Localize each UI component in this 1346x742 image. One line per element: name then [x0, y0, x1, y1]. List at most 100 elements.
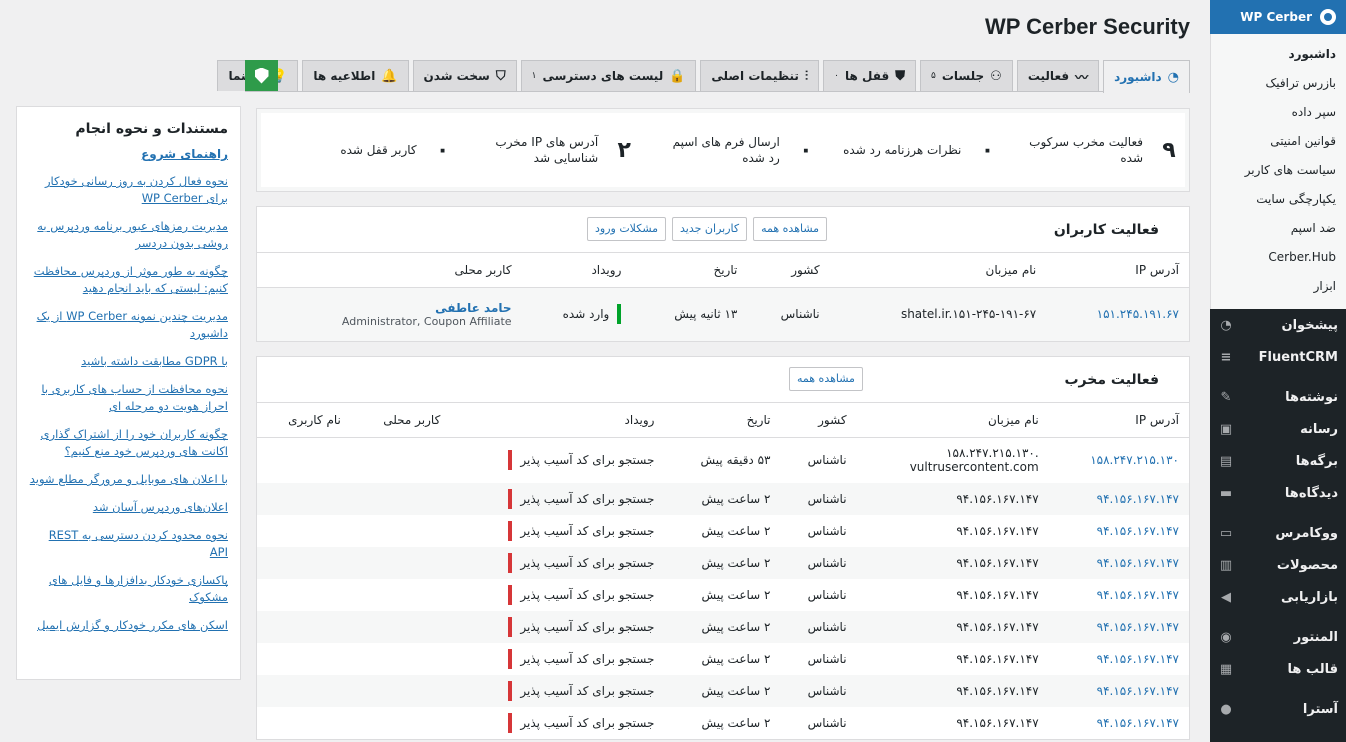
- local-user-cell: [350, 611, 451, 643]
- menu-item[interactable]: برگه‌ها ▤: [1210, 445, 1346, 477]
- panel-button[interactable]: مشکلات ورود: [587, 217, 667, 241]
- tab-3[interactable]: ⛊ قفل ها ۰: [823, 60, 916, 91]
- stat-label: ارسال فرم های اسپم رد شده: [672, 135, 780, 165]
- hostname: ۹۴.۱۵۶.۱۶۷.۱۴۷: [956, 492, 1039, 506]
- doc-link[interactable]: اعلان‌های وردپرس آسان شد: [29, 499, 228, 516]
- ip-link[interactable]: ۹۴.۱۵۶.۱۶۷.۱۴۷: [1049, 515, 1189, 547]
- event-cell: جستجو برای کد آسیب پذیر: [450, 547, 665, 579]
- submenu-item[interactable]: بازرس ترافیک: [1211, 69, 1346, 98]
- doc-link[interactable]: مدیریت رمزهای عبور برنامه وردپرس به روشی…: [29, 218, 228, 252]
- date-cell: ۲ ساعت پیش: [701, 652, 771, 666]
- event: جستجو برای کد آسیب پذیر: [460, 489, 654, 509]
- menu-item[interactable]: نوشته‌ها ✎: [1210, 381, 1346, 413]
- date-cell: ۲ ساعت پیش: [664, 483, 781, 515]
- local-user-cell: [350, 675, 451, 707]
- event: جستجو برای کد آسیب پذیر: [460, 713, 654, 733]
- menu-item-label: بازاریابی: [1281, 589, 1338, 605]
- user-role: Administrator, Coupon Affiliate: [341, 314, 512, 328]
- event-text: جستجو برای کد آسیب پذیر: [520, 492, 655, 506]
- ip-link[interactable]: ۹۴.۱۵۶.۱۶۷.۱۴۷: [1049, 579, 1189, 611]
- tab-bar: ◔ داشبورد 〰 فعالیت ⚇ جلسات ۵ ⛊ قفل ها ۰ ⫶ تنظیمات ا…: [217, 60, 1190, 93]
- doc-link[interactable]: نحوه محافظت از حساب های کاربری با احراز …: [29, 381, 228, 415]
- menu-item[interactable]: پیشخوان ◔: [1210, 309, 1346, 341]
- ip-link[interactable]: ۹۴.۱۵۶.۱۶۷.۱۴۷: [1048, 675, 1189, 707]
- table-row: ۱۵۱.۲۴۵.۱۹۱.۶۷ shatel.ir.۱۵۱-۲۴۵-۱۹۱-۶۷ نا…: [257, 287, 1189, 341]
- shield-status-button[interactable]: [245, 60, 278, 91]
- getting-started-link[interactable]: راهنمای شروع: [29, 147, 228, 161]
- event-cell: جستجو برای کد آسیب پذیر: [450, 707, 664, 739]
- hostname-cell: ۹۴.۱۵۶.۱۶۷.۱۴۷: [856, 675, 1049, 707]
- menu-item[interactable]: بازاریابی ◀: [1210, 581, 1346, 613]
- tab-2[interactable]: ⚇ جلسات ۵: [920, 60, 1013, 91]
- ip-link[interactable]: ۹۴.۱۵۶.۱۶۷.۱۴۷: [1049, 707, 1189, 739]
- menu-item-label: FluentCRM: [1258, 349, 1338, 365]
- menu-item[interactable]: دیدگاه‌ها ▬: [1210, 477, 1346, 509]
- submenu-item[interactable]: سیاست های کاربر: [1211, 156, 1346, 185]
- doc-link[interactable]: مدیریت چندین نمونه WP Cerber از یک داشبو…: [29, 308, 228, 342]
- menu-item[interactable]: المنتور ◉: [1210, 621, 1346, 653]
- doc-link[interactable]: اسکن های مکرر خودکار و گزارش ایمیل: [29, 617, 228, 634]
- tab-label: فعالیت: [1027, 69, 1070, 83]
- ip-link[interactable]: ۹۴.۱۵۶.۱۶۷.۱۴۷: [1048, 611, 1189, 643]
- menu-item[interactable]: آسترا ●: [1210, 693, 1346, 725]
- menu-item[interactable]: قالب ها ▦: [1210, 653, 1346, 685]
- event: جستجو برای کد آسیب پذیر: [460, 649, 654, 669]
- ip-link[interactable]: ۱۵۱.۲۴۵.۱۹۱.۶۷: [1046, 287, 1189, 341]
- table-header: آدرس IP نام میزبان کشور تاریخ رویداد کاربر مح…: [257, 253, 1189, 288]
- panel-header: فعالیت مخرب مشاهده همه: [257, 357, 1189, 403]
- elementor-icon: ◉: [1220, 629, 1232, 645]
- doc-link[interactable]: با اعلان های موبایل و مرورگر مطلع شوید: [29, 471, 228, 488]
- hostname: ۹۴.۱۵۶.۱۶۷.۱۴۷: [956, 620, 1039, 634]
- country-cell: ناشناس: [807, 652, 847, 666]
- user-name-link[interactable]: حامد عاطفی: [267, 301, 511, 315]
- comments-icon: ▬: [1219, 485, 1233, 501]
- local-user-cell: حامد عاطفی Administrator, Coupon Affiliat…: [257, 287, 522, 341]
- tab-6[interactable]: ⛉ سخت شدن: [412, 60, 517, 91]
- tab-7[interactable]: 🔔 اطلاعیه ها: [302, 60, 409, 91]
- country-cell: ناشناس: [807, 716, 847, 730]
- doc-link[interactable]: پاکسازی خودکار بدافزارها و فایل های مشکو…: [29, 572, 228, 606]
- menu-item[interactable]: محصولات ▥: [1210, 549, 1346, 581]
- tab-5[interactable]: 🔒 لیست های دسترسی ۱: [520, 60, 697, 91]
- submenu-item[interactable]: یکپارچگی سایت: [1211, 185, 1346, 214]
- menu-item[interactable]: رسانه ▣: [1210, 413, 1346, 445]
- submenu-item[interactable]: سپر داده: [1211, 98, 1346, 127]
- menu-item-wp-cerber[interactable]: WP Cerber: [1210, 0, 1346, 34]
- submenu-item[interactable]: Cerber.Hub: [1211, 243, 1346, 272]
- panel-button[interactable]: مشاهده همه: [753, 217, 828, 241]
- column-header: کشور: [780, 403, 857, 438]
- ip-link[interactable]: ۹۴.۱۵۶.۱۶۷.۱۴۷: [1049, 643, 1189, 675]
- tab-0[interactable]: ◔ داشبورد: [1103, 60, 1190, 93]
- ip-link[interactable]: ۹۴.۱۵۶.۱۶۷.۱۴۷: [1048, 483, 1189, 515]
- tab-1[interactable]: 〰 فعالیت: [1016, 60, 1100, 91]
- submenu-item[interactable]: ابزار: [1211, 272, 1346, 301]
- hostname-cell: ۹۴.۱۵۶.۱۶۷.۱۴۷: [856, 483, 1049, 515]
- hostname: ۹۴.۱۵۶.۱۶۷.۱۴۷: [956, 524, 1039, 538]
- astra-icon: ●: [1220, 701, 1232, 717]
- stat-label: نظرات هرزنامه رد شده: [843, 143, 962, 157]
- doc-link[interactable]: نحوه فعال کردن به روز رسانی خودکار برای …: [29, 173, 228, 207]
- panel-button[interactable]: کاربران جدید: [672, 217, 748, 241]
- event-text: جستجو برای کد آسیب پذیر: [520, 556, 655, 570]
- table-row: ۹۴.۱۵۶.۱۶۷.۱۴۷ ۹۴.۱۵۶.۱۶۷.۱۴۷ ناشناس ۲ ساعت…: [257, 515, 1189, 547]
- event-cell: جستجو برای کد آسیب پذیر: [450, 515, 664, 547]
- hostname: ۹۴.۱۵۶.۱۶۷.۱۴۷: [956, 716, 1039, 730]
- stat-number: ۲: [617, 137, 631, 163]
- status-bar: [508, 649, 513, 669]
- tab-4[interactable]: ⫶ تنظیمات اصلی: [700, 60, 820, 91]
- ip-link[interactable]: ۹۴.۱۵۶.۱۶۷.۱۴۷: [1048, 547, 1189, 579]
- event-cell: جستجو برای کد آسیب پذیر: [450, 643, 664, 675]
- submenu-item[interactable]: ضد اسپم: [1211, 214, 1346, 243]
- doc-link[interactable]: نحوه محدود کردن دسترسی به REST API: [29, 527, 228, 561]
- menu-item[interactable]: ووکامرس ▭: [1210, 517, 1346, 549]
- doc-link[interactable]: چگونه به طور موثر از وردپرس محافظت کنیم:…: [29, 263, 228, 297]
- status-bar: [508, 521, 513, 541]
- panel-button[interactable]: مشاهده همه: [789, 367, 863, 391]
- ip-link[interactable]: ۱۵۸.۲۴۷.۲۱۵.۱۳۰: [1049, 437, 1189, 483]
- doc-link[interactable]: با GDPR مطابقت داشته باشید: [29, 353, 228, 370]
- submenu-item[interactable]: قوانین امنیتی: [1211, 127, 1346, 156]
- submenu-item[interactable]: داشبورد: [1211, 40, 1346, 69]
- menu-item[interactable]: FluentCRM ≡: [1210, 341, 1346, 373]
- doc-link[interactable]: چگونه کاربران خود را از اشتراک گذاری اکا…: [29, 426, 228, 460]
- status-bar: [508, 713, 513, 733]
